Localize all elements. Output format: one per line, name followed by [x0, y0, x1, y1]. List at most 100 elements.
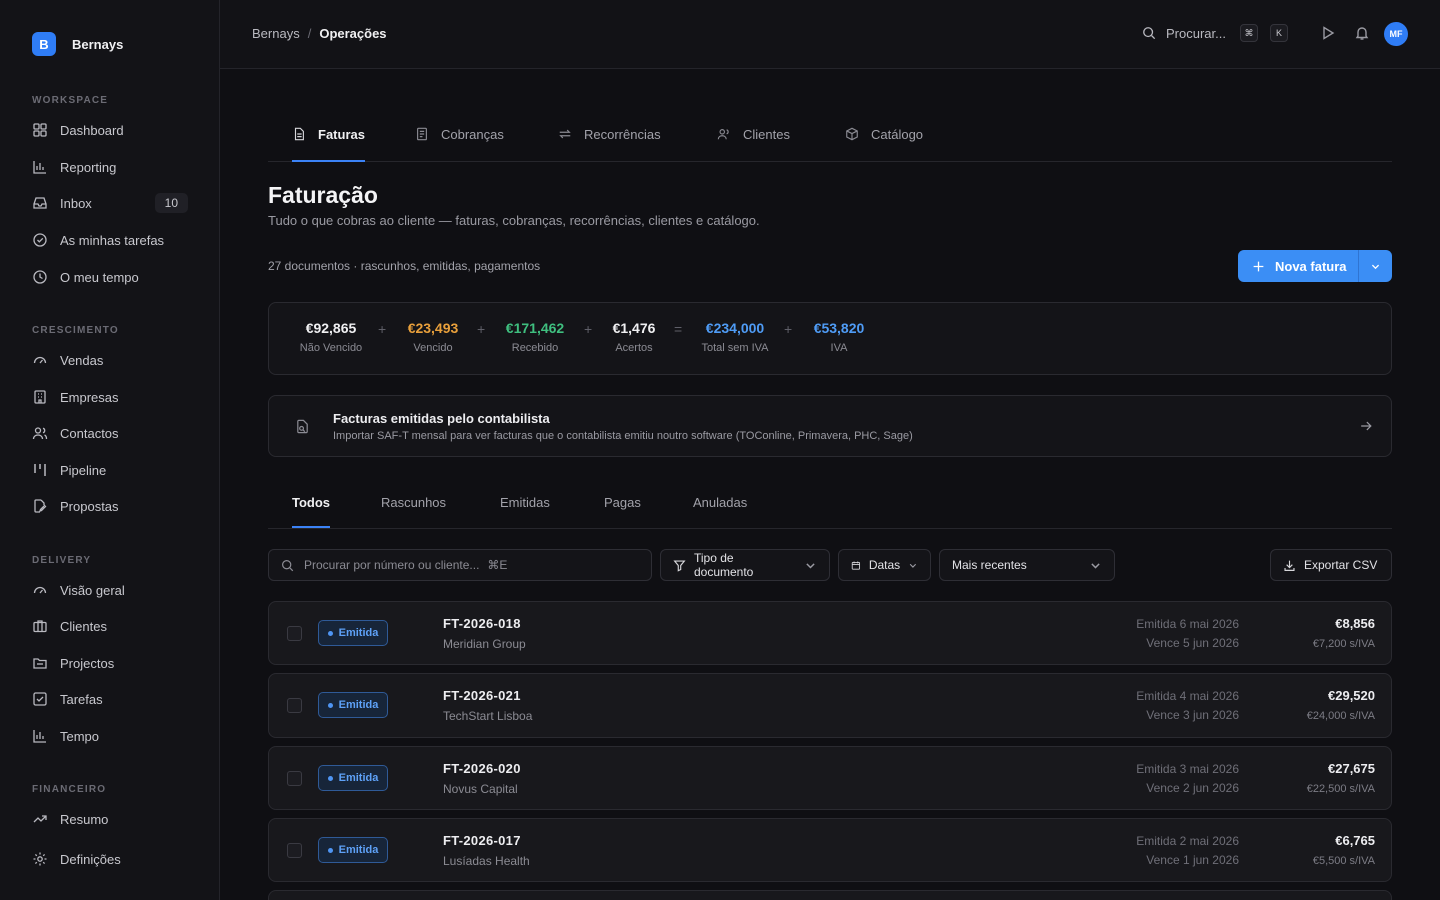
- invoice-row[interactable]: Emitida FT-2026-021 TechStart Lisboa Emi…: [268, 673, 1392, 738]
- sidebar-item-label: Inbox: [60, 195, 92, 211]
- invoice-issued-date: Emitida 2 mai 2026: [1136, 834, 1239, 848]
- folder-icon: [33, 658, 47, 669]
- document-type-filter[interactable]: Tipo de documento: [660, 549, 830, 581]
- tab-issued[interactable]: Emitidas: [500, 495, 550, 528]
- check-square-icon: [33, 692, 47, 706]
- row-checkbox[interactable]: [287, 771, 302, 786]
- summary-label: Vencido: [413, 342, 453, 354]
- sidebar-item-dashboard[interactable]: Dashboard: [32, 118, 188, 142]
- invoice-amount: €6,765: [1335, 833, 1375, 848]
- sidebar-item-time[interactable]: Tempo: [32, 724, 188, 748]
- status-badge: Emitida: [318, 765, 388, 791]
- invoice-number: FT-2026-017: [443, 833, 521, 848]
- sidebar-item-label: Pipeline: [60, 462, 107, 478]
- summary-label: Não Vencido: [299, 342, 363, 354]
- chevron-down-icon: [1091, 562, 1100, 569]
- tab-invoices[interactable]: Faturas: [292, 121, 365, 162]
- avatar[interactable]: MF: [1384, 22, 1408, 46]
- sort-select[interactable]: Mais recentes: [939, 549, 1115, 581]
- file-text-icon: [294, 127, 304, 141]
- tab-catalog[interactable]: Catálogo: [845, 121, 923, 161]
- sidebar-item-label: Clientes: [60, 618, 107, 634]
- pipeline-icon: [34, 464, 46, 476]
- search-icon: [1143, 27, 1156, 40]
- sidebar-item-contacts[interactable]: Contactos: [32, 421, 188, 445]
- invoice-row-partial[interactable]: [268, 890, 1392, 900]
- sidebar-item-label: Empresas: [60, 389, 119, 405]
- status-badge: Emitida: [318, 837, 388, 863]
- sidebar-item-sales[interactable]: Vendas: [32, 348, 188, 372]
- sidebar-item-summary[interactable]: Resumo: [32, 807, 188, 831]
- sidebar-item-label: Projectos: [60, 655, 115, 671]
- status-dot: [327, 847, 333, 853]
- invoice-net-amount: €7,200 s/IVA: [1312, 638, 1375, 650]
- sidebar: B Bernays WORKSPACE Dashboard Reporting …: [0, 0, 220, 900]
- tab-recurring[interactable]: Recorrências: [558, 121, 661, 161]
- tab-paid[interactable]: Pagas: [604, 495, 641, 528]
- sidebar-item-my-tasks[interactable]: As minhas tarefas: [32, 228, 188, 252]
- invoice-client: TechStart Lisboa: [443, 709, 533, 723]
- summary-overdue: €23,493 Vencido: [403, 320, 463, 354]
- gauge-icon: [33, 586, 47, 594]
- status-dot: [327, 775, 333, 781]
- arrow-right-icon: [1361, 421, 1372, 431]
- summary-value: €92,865: [305, 320, 357, 336]
- tab-label: Clientes: [743, 127, 790, 142]
- row-checkbox[interactable]: [287, 626, 302, 641]
- section-label-workspace: WORKSPACE: [32, 95, 109, 106]
- sidebar-item-overview[interactable]: Visão geral: [32, 578, 188, 602]
- sidebar-item-label: Tempo: [60, 728, 100, 744]
- sidebar-item-projects[interactable]: Projectos: [32, 651, 188, 675]
- invoice-number: FT-2026-020: [443, 761, 521, 776]
- sidebar-item-reporting[interactable]: Reporting: [32, 155, 188, 179]
- status-dot: [327, 630, 333, 636]
- tab-label: Cobranças: [441, 127, 504, 142]
- invoice-client: Meridian Group: [443, 637, 526, 651]
- export-csv-button[interactable]: Exportar CSV: [1270, 549, 1392, 581]
- invoice-row[interactable]: Emitida FT-2026-018 Meridian Group Emiti…: [268, 601, 1392, 665]
- invoice-search-input[interactable]: Procurar por número ou cliente... ⌘E: [268, 549, 652, 581]
- row-checkbox[interactable]: [287, 843, 302, 858]
- invoice-net-amount: €22,500 s/IVA: [1306, 783, 1375, 795]
- building-icon: [34, 390, 46, 404]
- invoice-issued-date: Emitida 3 mai 2026: [1136, 762, 1239, 776]
- sidebar-item-pipeline[interactable]: Pipeline: [32, 458, 188, 482]
- tab-collections[interactable]: Cobranças: [415, 121, 504, 161]
- sidebar-item-label: As minhas tarefas: [60, 232, 165, 248]
- tab-clients[interactable]: Clientes: [717, 121, 790, 161]
- global-search-button[interactable]: Procurar... ⌘ K: [1142, 24, 1288, 42]
- sidebar-item-companies[interactable]: Empresas: [32, 385, 188, 409]
- saft-import-banner[interactable]: Facturas emitidas pelo contabilista Impo…: [268, 395, 1392, 457]
- status-label: Emitida: [338, 627, 379, 639]
- invoice-number: FT-2026-018: [443, 616, 521, 631]
- sidebar-item-tasks[interactable]: Tarefas: [32, 687, 188, 711]
- grid-icon: [33, 123, 47, 137]
- invoice-row[interactable]: Emitida FT-2026-017 Lusíadas Health Emit…: [268, 818, 1392, 882]
- new-invoice-button[interactable]: Nova fatura: [1238, 250, 1359, 282]
- row-checkbox[interactable]: [287, 698, 302, 713]
- check-circle-icon: [33, 233, 47, 247]
- summary-value: €171,462: [505, 320, 565, 336]
- tab-cancelled[interactable]: Anuladas: [693, 495, 747, 528]
- sidebar-item-settings[interactable]: Definições: [32, 847, 188, 871]
- breadcrumb-root[interactable]: Bernays: [252, 26, 300, 41]
- brand-logo: B: [32, 32, 56, 56]
- sidebar-item-inbox[interactable]: Inbox 10: [32, 191, 188, 215]
- summary-operator: +: [784, 321, 793, 337]
- filter-icon: [673, 559, 686, 572]
- sidebar-item-clients[interactable]: Clientes: [32, 614, 188, 638]
- section-label-finance: FINANCEIRO: [32, 784, 107, 795]
- brand[interactable]: B Bernays: [32, 32, 123, 56]
- tab-label: Catálogo: [871, 127, 924, 142]
- invoice-row[interactable]: Emitida FT-2026-020 Novus Capital Emitid…: [268, 746, 1392, 810]
- sidebar-item-proposals[interactable]: Propostas: [32, 494, 188, 518]
- new-invoice-dropdown-button[interactable]: [1359, 261, 1392, 272]
- bell-icon[interactable]: [1354, 25, 1370, 41]
- tab-all[interactable]: Todos: [292, 495, 331, 528]
- invoice-amount: €29,520: [1328, 688, 1375, 703]
- dates-filter[interactable]: Datas: [838, 549, 931, 581]
- tab-drafts[interactable]: Rascunhos: [381, 495, 446, 528]
- sidebar-item-label: Reporting: [60, 159, 117, 175]
- sidebar-item-my-time[interactable]: O meu tempo: [32, 265, 188, 289]
- play-icon[interactable]: [1320, 25, 1336, 41]
